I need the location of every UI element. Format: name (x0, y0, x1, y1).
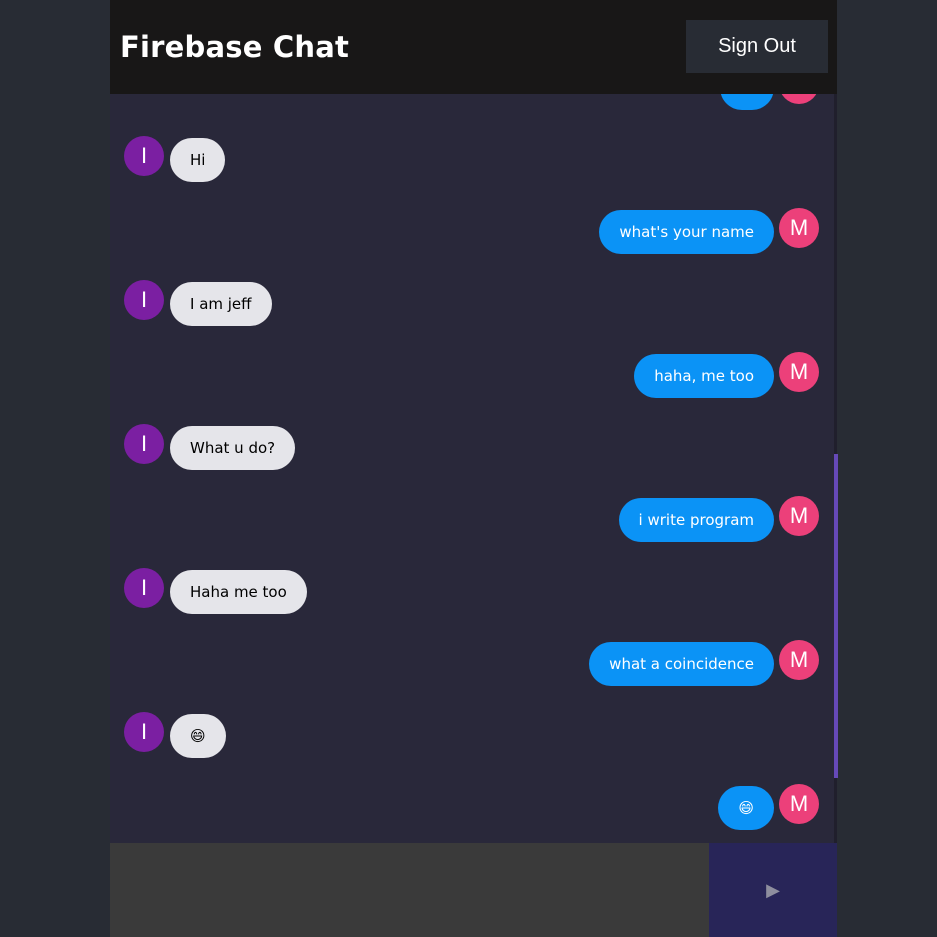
app-title: Firebase Chat (120, 30, 350, 64)
message-bubble: what's your name (599, 210, 774, 254)
message-input[interactable] (110, 843, 709, 937)
message-bubble: what a coincidence (589, 642, 774, 686)
avatar: M (779, 640, 819, 680)
avatar: M (779, 784, 819, 824)
avatar: I (124, 280, 164, 320)
message-form: ▶ (110, 843, 837, 937)
avatar: M (779, 352, 819, 392)
send-icon: ▶ (766, 879, 780, 901)
message-list[interactable]: I Hi M what's your name I I am jeff M ha… (110, 0, 835, 843)
scrollbar-thumb[interactable] (834, 454, 838, 778)
avatar: I (124, 136, 164, 176)
send-button[interactable]: ▶ (709, 843, 837, 937)
message-bubble: Hi (170, 138, 226, 182)
avatar: M (779, 208, 819, 248)
message-bubble: Haha me too (170, 570, 307, 614)
message-bubble: 😄 (170, 714, 226, 758)
avatar: I (124, 424, 164, 464)
message-bubble: 😄 (718, 786, 774, 830)
sign-out-button[interactable]: Sign Out (686, 20, 828, 73)
message-bubble: What u do? (170, 426, 296, 470)
message-bubble: I am jeff (170, 282, 272, 326)
chat-app: I Hi M what's your name I I am jeff M ha… (110, 0, 837, 937)
avatar: I (124, 568, 164, 608)
avatar: I (124, 712, 164, 752)
app-header: Firebase Chat Sign Out (110, 0, 837, 94)
avatar: M (779, 496, 819, 536)
message-bubble: i write program (618, 498, 774, 542)
message-bubble: haha, me too (634, 354, 774, 398)
